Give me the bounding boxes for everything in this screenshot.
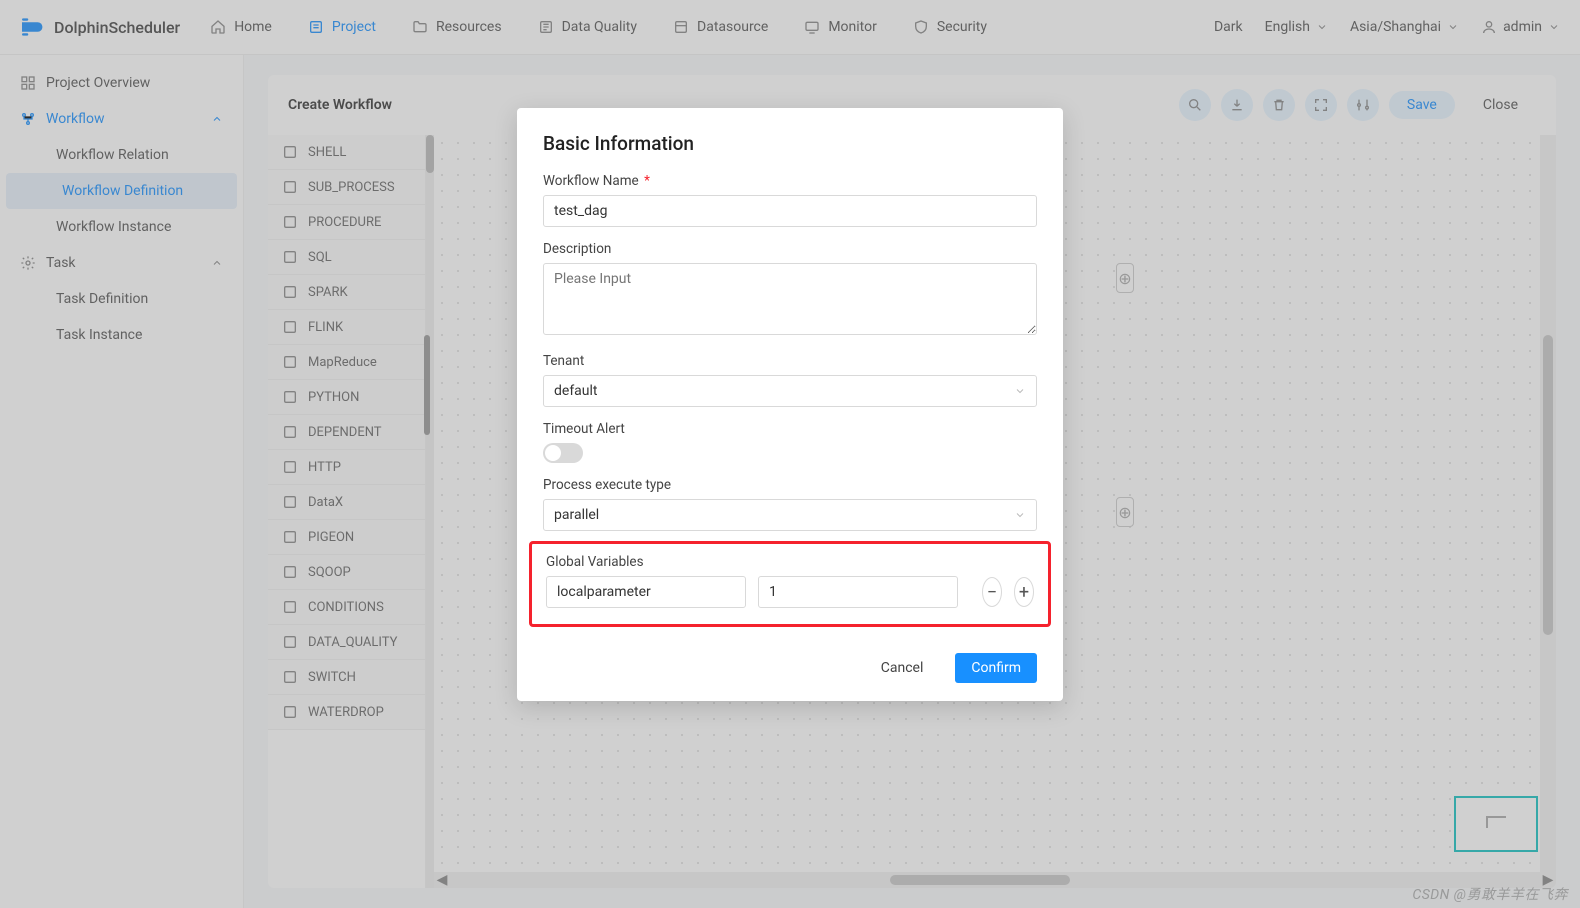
timeout-switch[interactable]: [543, 443, 583, 463]
add-var-button[interactable]: +: [1014, 577, 1034, 607]
tenant-label: Tenant: [543, 353, 1037, 369]
dialog-footer: Cancel Confirm: [543, 653, 1037, 683]
gv-value-input[interactable]: [758, 576, 958, 608]
description-input[interactable]: [543, 263, 1037, 335]
workflow-name-input[interactable]: [543, 195, 1037, 227]
chevron-down-icon: [1014, 509, 1026, 521]
dialog-title: Basic Information: [543, 132, 1037, 155]
remove-var-button[interactable]: −: [982, 577, 1002, 607]
tenant-select[interactable]: default: [543, 375, 1037, 407]
exec-type-select[interactable]: parallel: [543, 499, 1037, 531]
exec-type-label: Process execute type: [543, 477, 1037, 493]
cancel-button[interactable]: Cancel: [867, 653, 938, 683]
timeout-label: Timeout Alert: [543, 421, 1037, 437]
description-label: Description: [543, 241, 1037, 257]
modal-overlay[interactable]: Basic Information Workflow Name * Descri…: [0, 0, 1580, 908]
workflow-name-label: Workflow Name *: [543, 173, 1037, 189]
gv-key-input[interactable]: [546, 576, 746, 608]
confirm-button[interactable]: Confirm: [955, 653, 1037, 683]
gv-label: Global Variables: [546, 554, 1034, 570]
gv-row: − +: [546, 576, 1034, 608]
chevron-down-icon: [1014, 385, 1026, 397]
watermark: CSDN @勇敢羊羊在飞奔: [1412, 884, 1568, 904]
basic-info-dialog: Basic Information Workflow Name * Descri…: [517, 108, 1063, 701]
global-variables-section: Global Variables − +: [529, 541, 1051, 627]
